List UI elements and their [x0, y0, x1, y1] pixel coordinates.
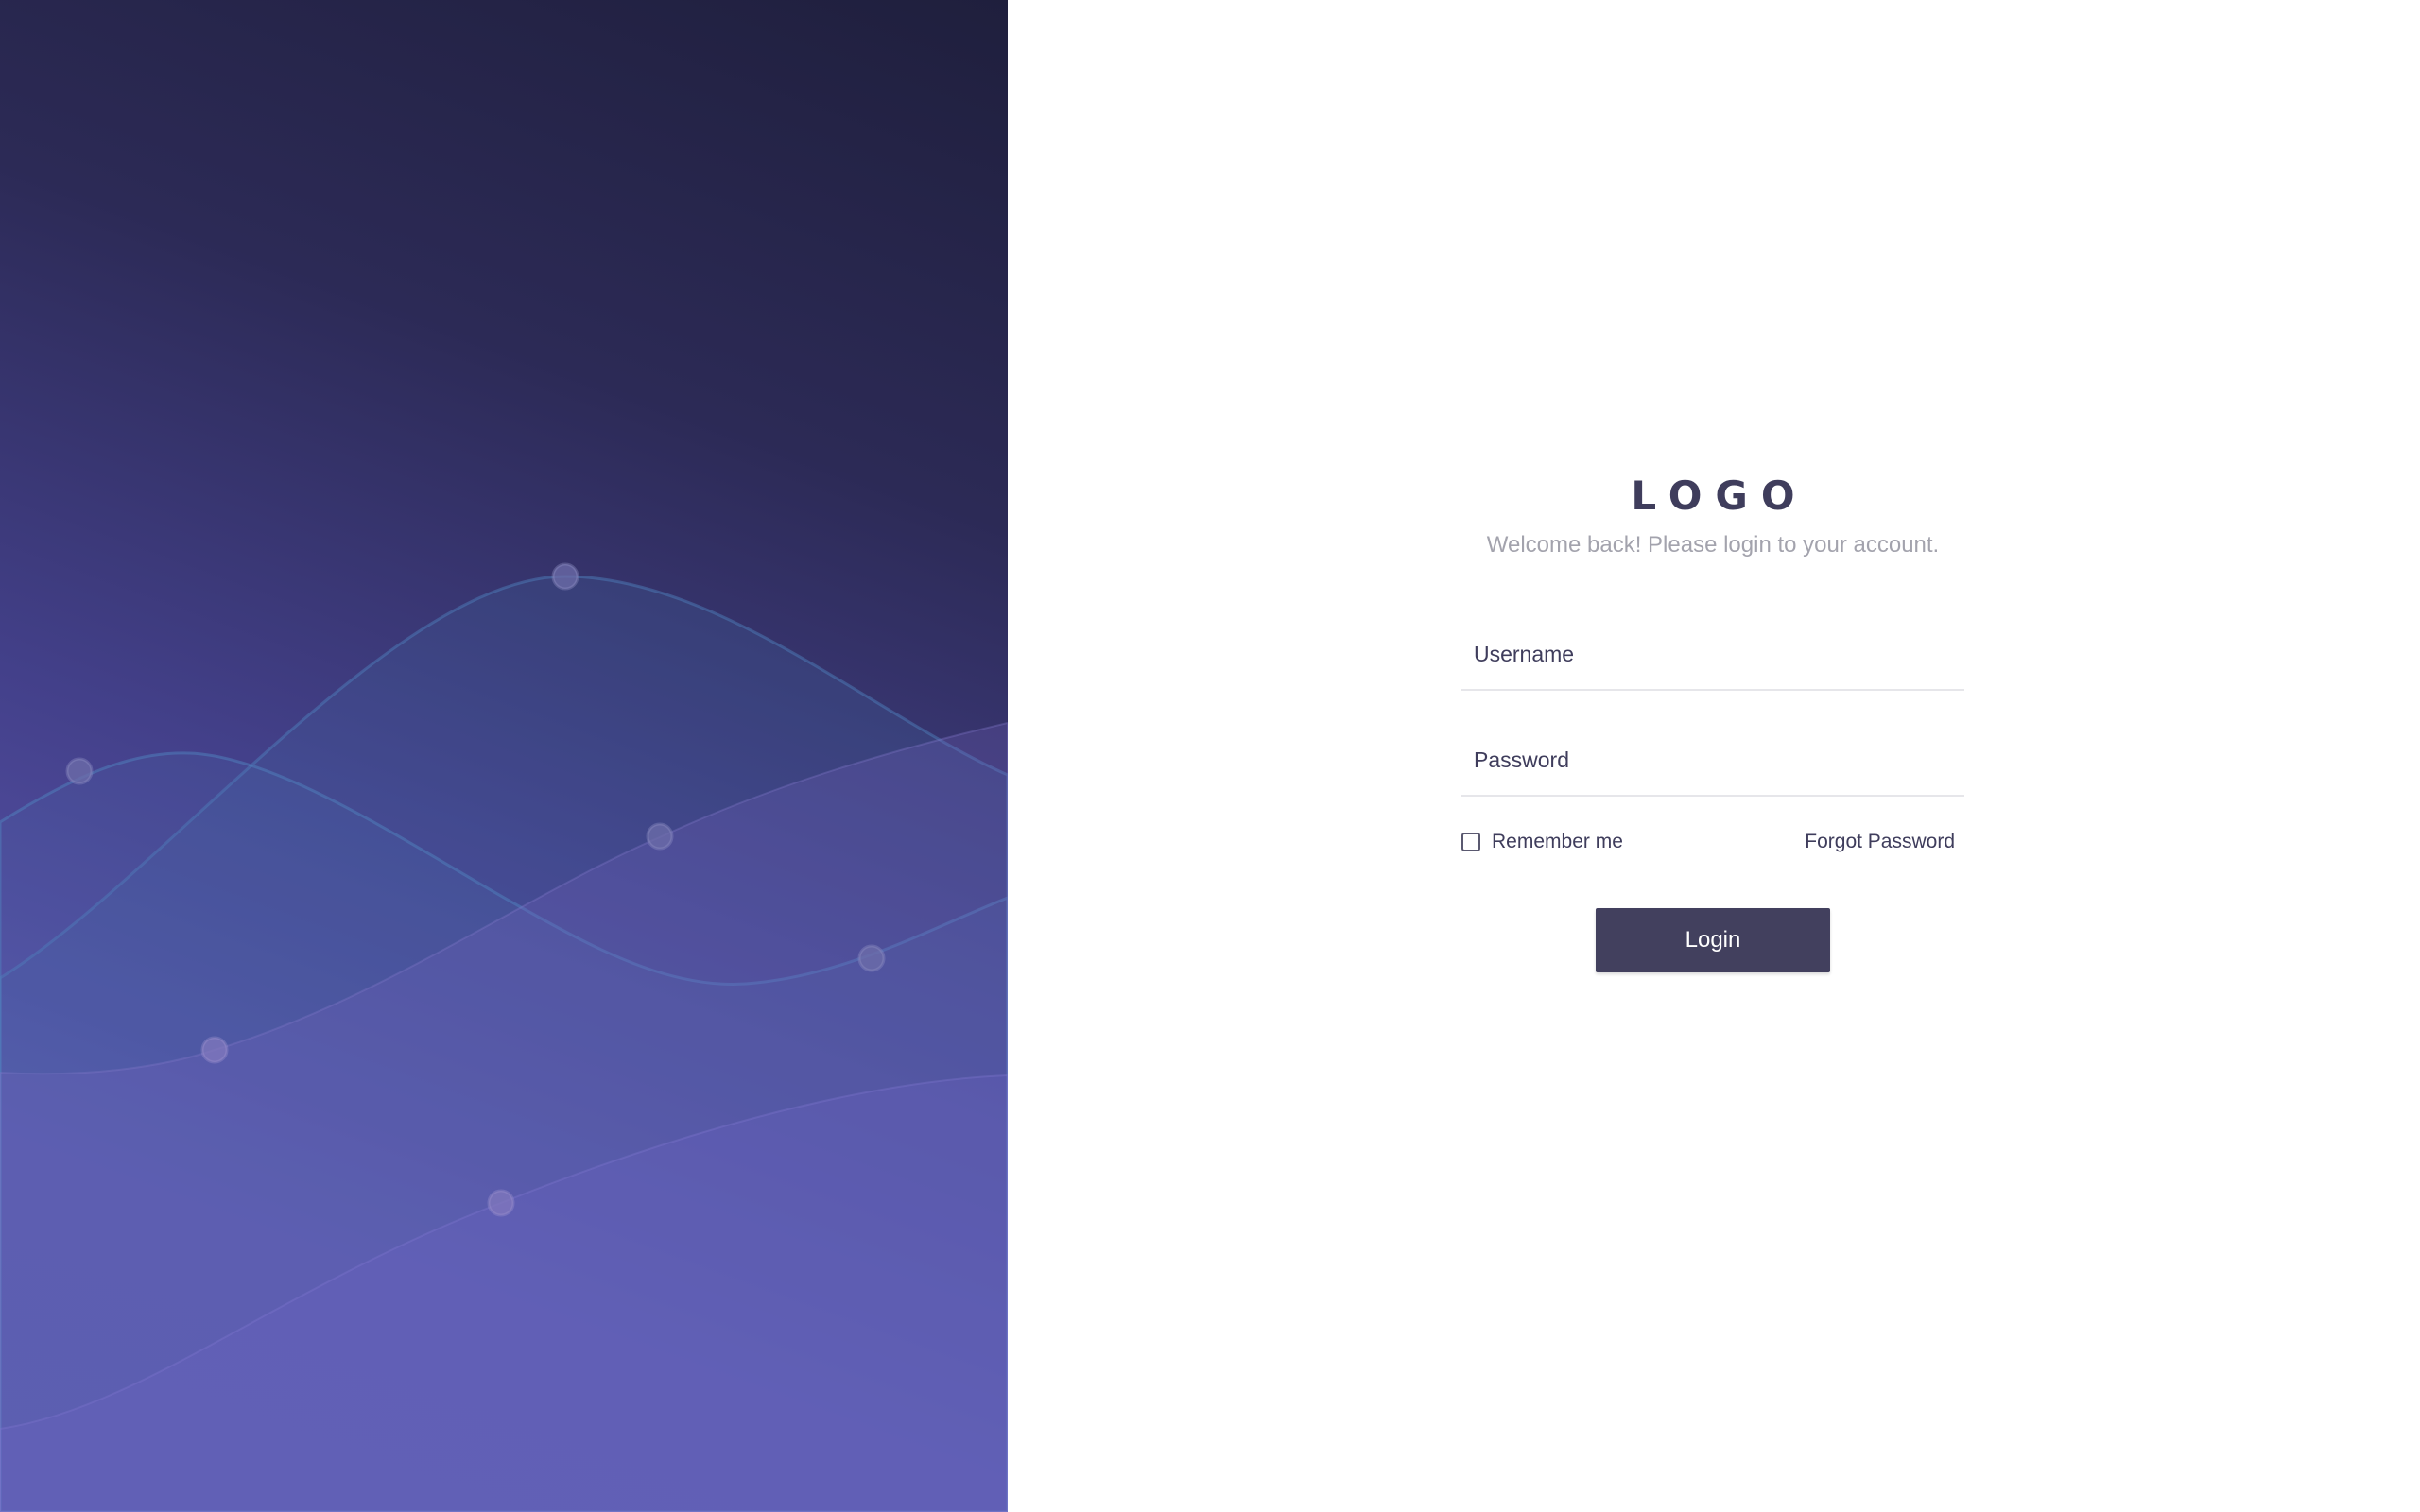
wave-dot [551, 562, 579, 591]
remember-me[interactable]: Remember me [1461, 831, 1623, 853]
username-input[interactable] [1461, 619, 1964, 689]
remember-me-label: Remember me [1492, 831, 1623, 852]
wave-dot [646, 822, 674, 850]
login-page: LOGO Welcome back! Please login to your … [0, 0, 2420, 1512]
login-options-row: Remember me Forgot Password [1461, 825, 1964, 863]
decorative-art-panel [0, 0, 1008, 1512]
remember-me-checkbox[interactable] [1461, 833, 1480, 851]
logo: LOGO [1631, 472, 1808, 519]
login-button[interactable]: Login [1596, 908, 1830, 972]
login-card: LOGO Welcome back! Please login to your … [1461, 472, 1964, 972]
password-field [1461, 725, 1964, 797]
wave-dot [487, 1189, 515, 1217]
wave-dot [857, 944, 886, 972]
wave-dot [65, 757, 94, 785]
welcome-subtitle: Welcome back! Please login to your accou… [1486, 532, 1940, 558]
password-input[interactable] [1461, 725, 1964, 795]
forgot-password-link[interactable]: Forgot Password [1805, 831, 1955, 853]
login-form-panel: LOGO Welcome back! Please login to your … [1008, 0, 2420, 1512]
wave-illustration [0, 562, 1008, 1512]
wave-dot [200, 1036, 229, 1064]
username-field [1461, 619, 1964, 691]
